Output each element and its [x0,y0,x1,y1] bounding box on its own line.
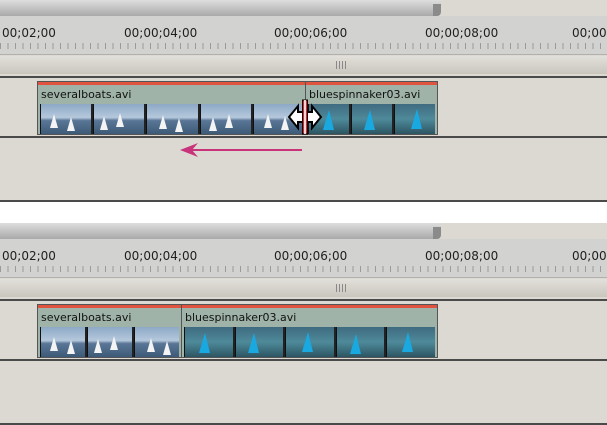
timeline-panel-after: 00;02;00 00;00;04;00 00;00;06;00 00;00;0… [0,223,607,425]
timecode-label: 00;00;04;00 [124,249,198,263]
work-area-end-handle[interactable] [433,4,441,16]
ripple-edit-cursor-icon [287,99,323,135]
thumbnail [394,104,435,134]
timecode-label: 00;00;06;00 [274,26,348,40]
zoom-scroll-bar[interactable] [0,56,607,74]
thumbnail [40,104,92,134]
timeline-panel-before: 00;02;00 00;00;04;00 00;00;06;00 00;00;0… [0,0,607,202]
clip-name: bluespinnaker03.avi [309,88,421,101]
thumbnail [351,104,392,134]
thumbnail [234,327,284,357]
timecode-label: 00;00 [572,249,607,263]
clip-name: severalboats.avi [41,311,132,324]
work-area-bar[interactable] [0,223,441,239]
clip-thumbnails [308,104,435,134]
clip-severalboats[interactable]: severalboats.avi [37,304,182,358]
clip-in-out-line [182,305,437,308]
thumbnail [285,327,334,357]
scroll-grip[interactable] [336,61,346,69]
thumbnail [87,327,132,357]
thumbnail [40,327,85,357]
drag-direction-arrow-icon [180,143,302,157]
timecode-label: 00;00;04;00 [124,26,198,40]
track-divider [0,299,607,301]
track-area [0,361,607,425]
thumbnail [134,327,179,357]
thumbnail [93,104,145,134]
thumbnail [335,327,385,357]
thumbnail [199,104,251,134]
clip-bluespinnaker[interactable]: bluespinnaker03.avi [181,304,438,358]
clip-thumbnails [40,104,305,134]
clip-severalboats[interactable]: severalboats.avi [37,81,307,135]
clip-thumbnails [184,327,435,357]
ruler-ticks [0,266,607,272]
clip-name: bluespinnaker03.avi [185,311,297,324]
clip-bluespinnaker[interactable]: bluespinnaker03.avi [305,81,438,135]
video-track: severalboats.avi bluespinnaker03.avi [0,299,607,361]
ruler-ticks [0,43,607,49]
zoom-scroll-bar[interactable] [0,279,607,297]
scroll-grip[interactable] [336,284,346,292]
timecode-label: 00;00;06;00 [274,249,348,263]
track-divider [0,200,607,202]
thumbnail [184,327,233,357]
timecode-label: 00;02;00 [2,249,56,263]
clip-name: severalboats.avi [41,88,132,101]
timecode-label: 00;00;08;00 [425,26,499,40]
timecode-label: 00;00;08;00 [425,249,499,263]
work-area-bar[interactable] [0,0,441,16]
timecode-label: 00;02;00 [2,26,56,40]
work-area-end-handle[interactable] [433,227,441,239]
timecode-label: 00;00 [572,26,607,40]
time-ruler[interactable]: 00;02;00 00;00;04;00 00;00;06;00 00;00;0… [0,239,607,278]
time-ruler[interactable]: 00;02;00 00;00;04;00 00;00;06;00 00;00;0… [0,16,607,55]
track-divider [0,76,607,78]
thumbnail [386,327,435,357]
clip-in-out-line [38,305,181,308]
clip-in-out-line [38,82,306,85]
thumbnail [146,104,198,134]
clip-in-out-line [306,82,437,85]
clip-thumbnails [40,327,179,357]
